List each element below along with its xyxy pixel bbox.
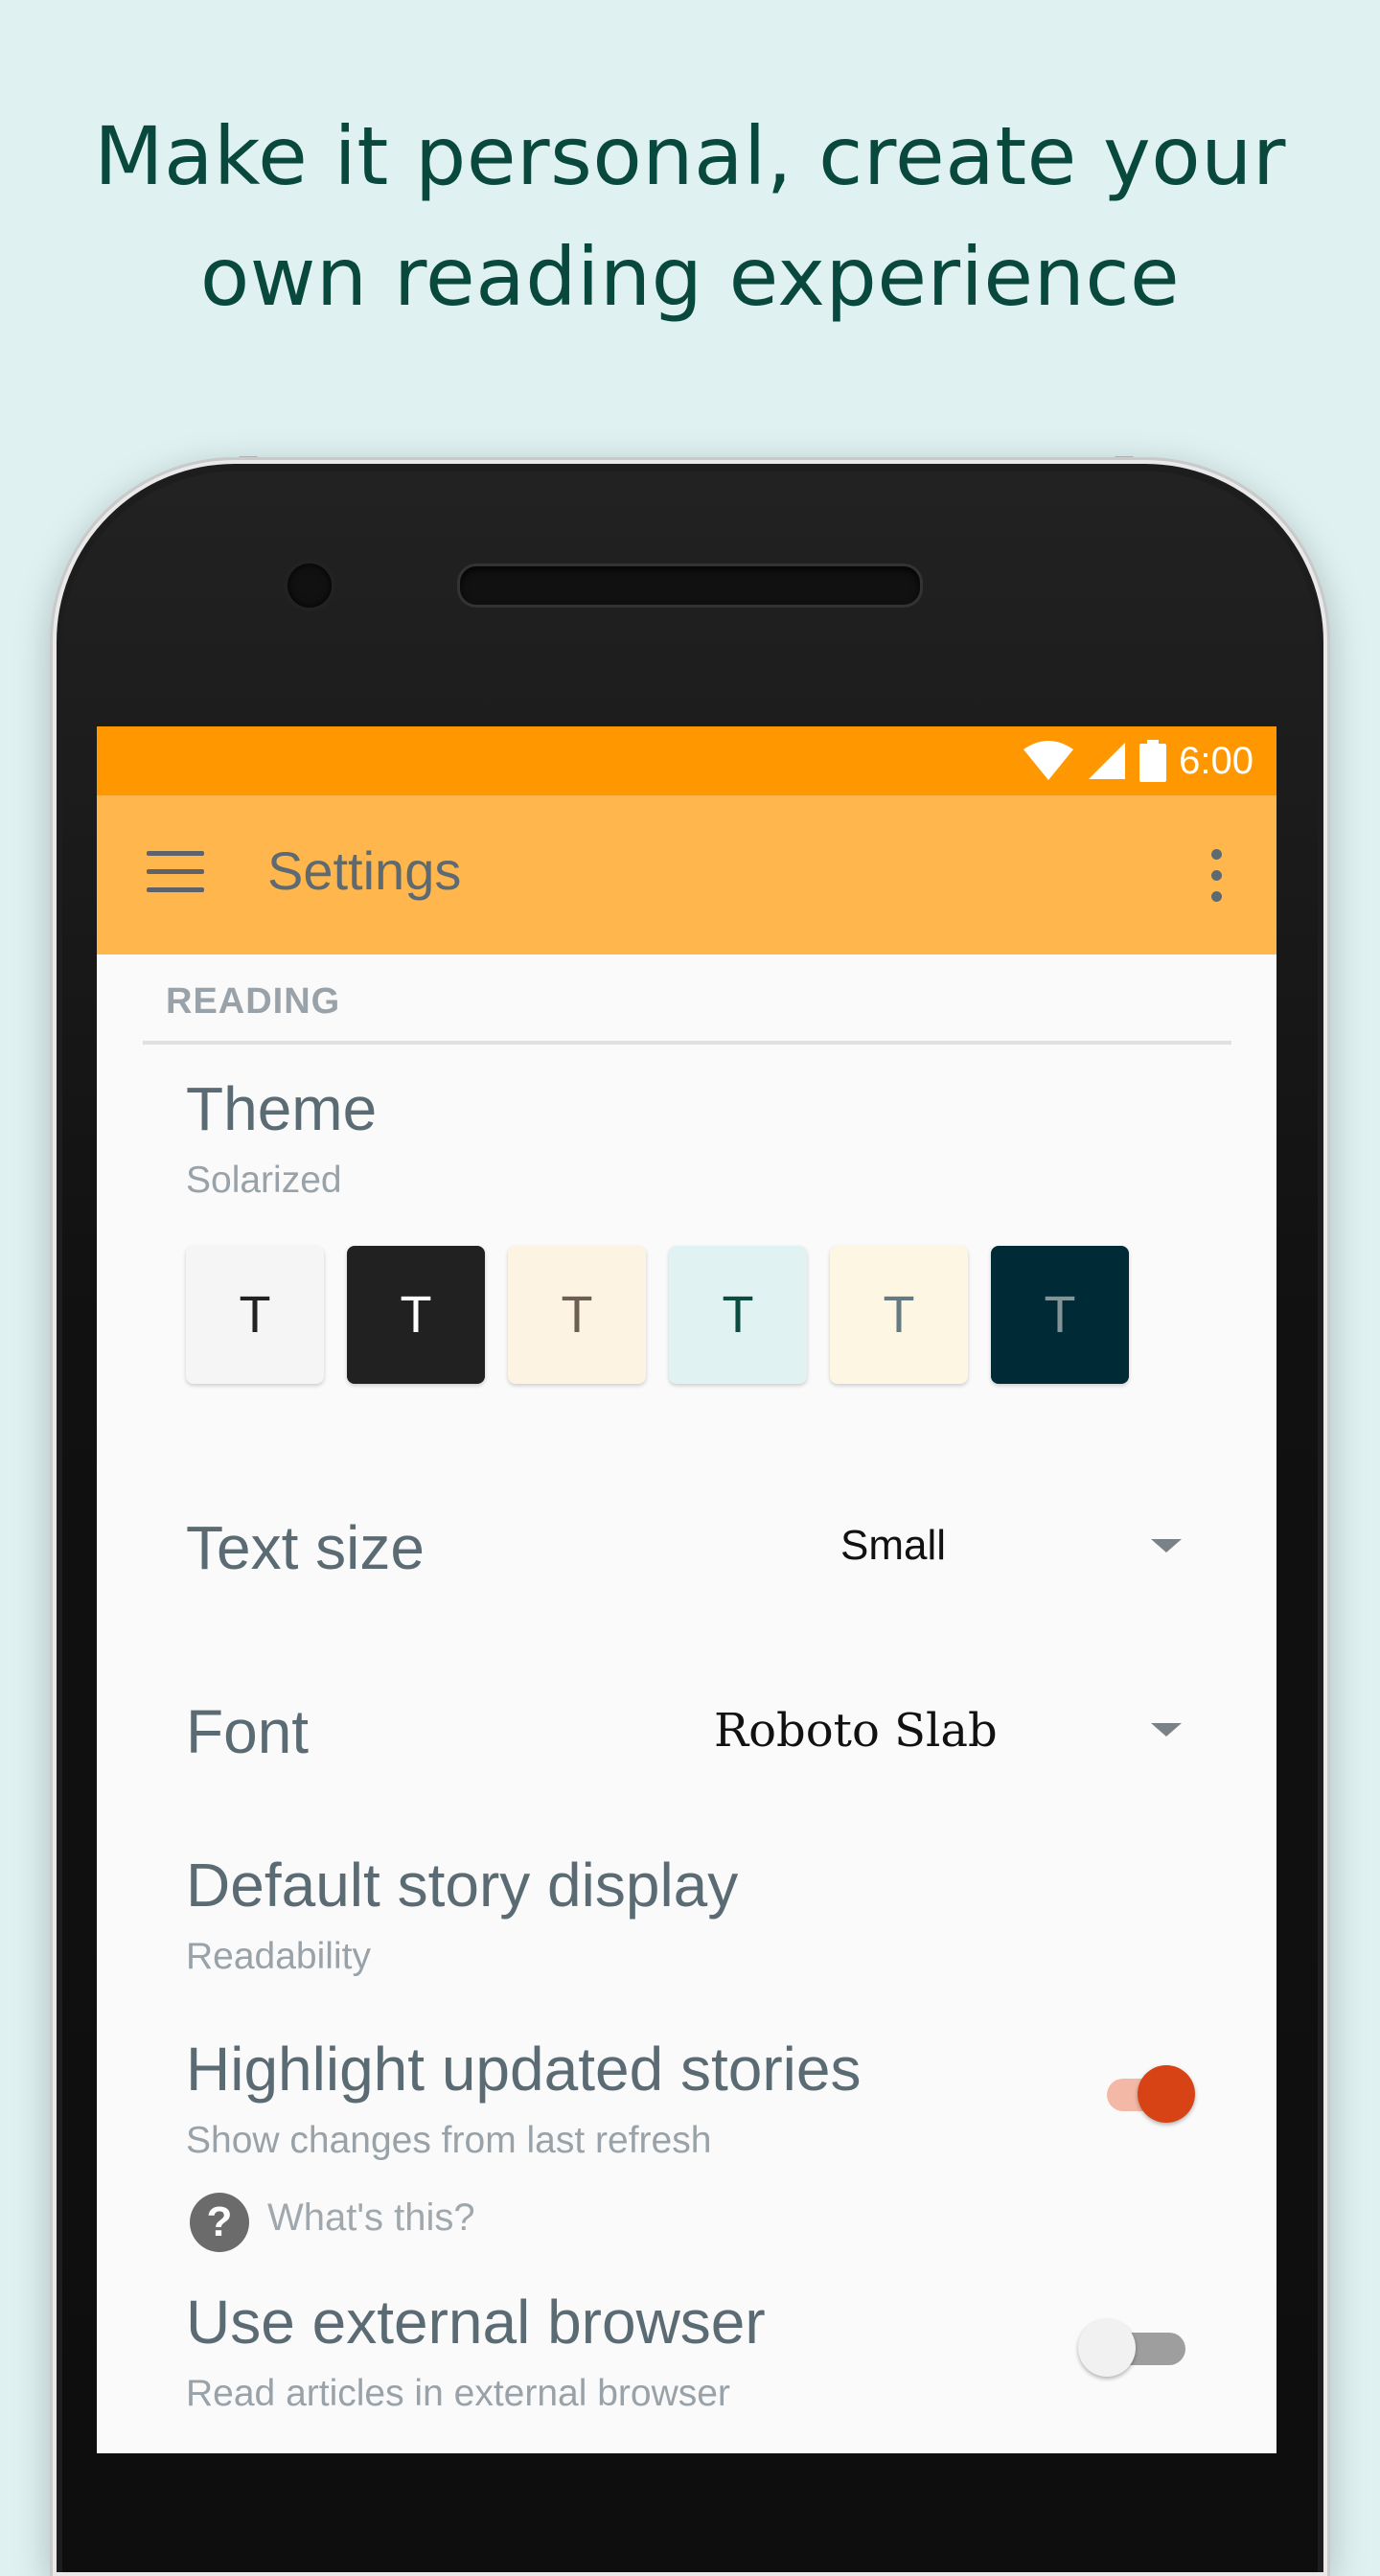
earpiece-speaker	[457, 564, 923, 608]
text-size-dropdown[interactable]: Small	[840, 1522, 946, 1570]
theme-title: Theme	[186, 1074, 378, 1143]
cell-signal-icon	[1089, 743, 1126, 779]
whats-this-link[interactable]: What's this?	[267, 2196, 475, 2240]
font-chevron-down-icon[interactable]	[1151, 1723, 1182, 1736]
theme-value: Solarized	[186, 1160, 342, 1201]
theme-swatch-sepia[interactable]: T	[508, 1246, 646, 1384]
help-icon[interactable]: ?	[190, 2193, 249, 2252]
external-browser-toggle[interactable]	[1078, 2319, 1185, 2377]
front-camera	[284, 560, 335, 611]
promo-headline: Make it personal, create your own readin…	[0, 96, 1380, 337]
theme-swatch-light[interactable]: T	[186, 1246, 324, 1384]
font-dropdown[interactable]: Roboto Slab	[714, 1704, 998, 1758]
theme-swatch-dark[interactable]: T	[347, 1246, 485, 1384]
highlight-title: Highlight updated stories	[186, 2035, 862, 2104]
text-size-chevron-down-icon[interactable]	[1151, 1539, 1182, 1552]
section-header-reading: READING	[166, 981, 341, 1022]
headline-line-2: own reading experience	[199, 230, 1181, 324]
status-icons: 6:00	[1022, 726, 1254, 795]
status-time: 6:00	[1179, 739, 1254, 782]
page-title: Settings	[267, 840, 462, 901]
theme-swatch-mint[interactable]: T	[669, 1246, 807, 1384]
default-display-value: Readability	[186, 1936, 371, 1977]
hamburger-menu-icon[interactable]	[147, 851, 204, 893]
text-size-title: Text size	[186, 1513, 425, 1582]
font-title: Font	[186, 1697, 310, 1766]
app-toolbar: Settings	[97, 795, 1276, 954]
external-browser-toggle-thumb	[1078, 2319, 1136, 2377]
highlight-toggle[interactable]	[1103, 2065, 1195, 2123]
theme-swatch-solarized-dark[interactable]: T	[991, 1246, 1129, 1384]
theme-swatch-solarized-light[interactable]: T	[830, 1246, 968, 1384]
highlight-toggle-thumb	[1138, 2065, 1195, 2123]
theme-swatch-row: T T T T T T	[186, 1246, 1144, 1386]
battery-icon	[1139, 740, 1167, 782]
wifi-icon	[1024, 741, 1074, 780]
device-screen: 6:00 Settings READING Theme Solarized T …	[97, 726, 1276, 2453]
default-display-title[interactable]: Default story display	[186, 1850, 738, 1920]
more-vert-icon[interactable]	[1211, 849, 1223, 903]
section-divider	[143, 1041, 1231, 1045]
highlight-subtitle: Show changes from last refresh	[186, 2120, 712, 2161]
status-bar: 6:00	[97, 726, 1276, 795]
external-browser-subtitle: Read articles in external browser	[186, 2373, 730, 2414]
external-browser-title: Use external browser	[186, 2288, 766, 2357]
headline-line-1: Make it personal, create your	[94, 109, 1286, 203]
